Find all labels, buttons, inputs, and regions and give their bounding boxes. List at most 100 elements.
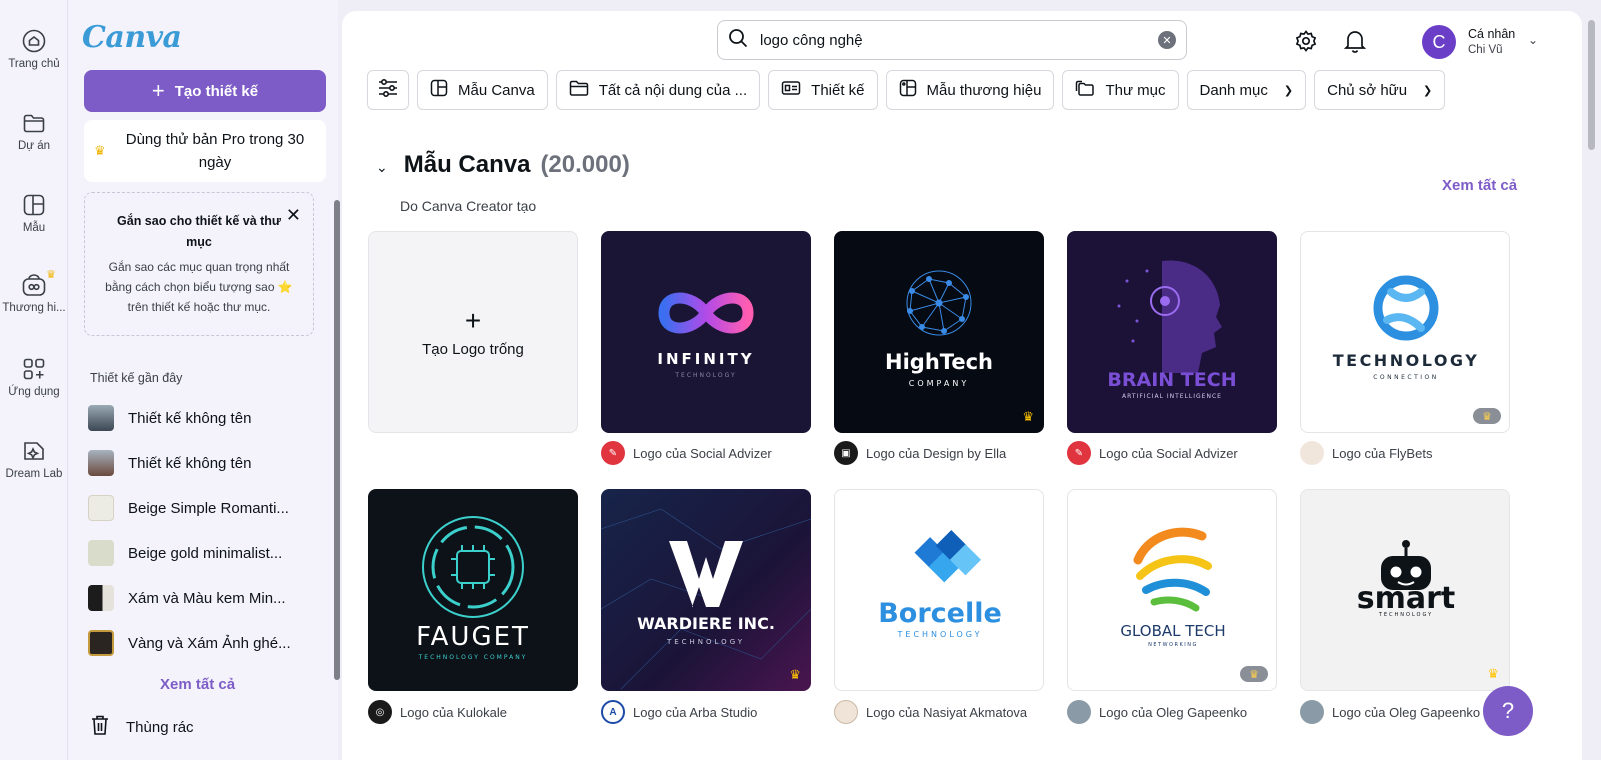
template-author[interactable]: Logo của FlyBets bbox=[1300, 441, 1432, 465]
template-card[interactable]: smart TECHNOLOGY ♛ bbox=[1300, 489, 1510, 691]
pro-crown-badge: ♛ bbox=[1240, 666, 1268, 682]
author-avatar: A bbox=[601, 700, 625, 724]
filter-canva-templates[interactable]: Mẫu Canva bbox=[417, 70, 548, 110]
design-thumbnail bbox=[88, 405, 114, 431]
card-title: INFINITY bbox=[657, 350, 754, 368]
filter-category-dropdown[interactable]: Danh mục ❯ bbox=[1186, 70, 1307, 110]
clear-search-icon[interactable]: ✕ bbox=[1158, 31, 1176, 49]
wardiere-logo-art: WARDIERE INC. TECHNOLOGY bbox=[601, 508, 811, 690]
sidebar-scrollbar[interactable] bbox=[334, 200, 340, 680]
template-card[interactable]: INFINITY TECHNOLOGY bbox=[601, 231, 811, 433]
filter-owner-dropdown[interactable]: Chủ sở hữu ❯ bbox=[1314, 70, 1446, 110]
trash-link[interactable]: Thùng rác bbox=[90, 714, 194, 740]
tip-title: Gắn sao cho thiết kế và thư mục bbox=[117, 214, 281, 249]
search-bar[interactable]: ✕ bbox=[717, 20, 1187, 60]
canva-logo[interactable]: Canva bbox=[82, 20, 182, 55]
folders-icon bbox=[1075, 79, 1095, 101]
pro-trial-banner[interactable]: ♛ Dùng thử bản Pro trong 30 ngày bbox=[84, 120, 326, 182]
filter-brand-templates[interactable]: Mẫu thương hiệu bbox=[885, 70, 1055, 110]
apps-icon bbox=[21, 356, 47, 382]
card-title: HighTech bbox=[885, 350, 993, 374]
recent-design-name: Thiết kế không tên bbox=[128, 454, 252, 472]
avatar[interactable]: C bbox=[1422, 25, 1456, 59]
template-card[interactable]: Borcelle TECHNOLOGY bbox=[834, 489, 1044, 691]
infinity-logo-art: INFINITY TECHNOLOGY bbox=[657, 292, 754, 379]
rail-brand[interactable]: ♛ Thương hi... bbox=[0, 269, 68, 314]
help-button[interactable]: ? bbox=[1483, 686, 1533, 736]
card-tagline: TECHNOLOGY bbox=[674, 372, 736, 379]
notifications-bell-icon[interactable] bbox=[1342, 28, 1368, 54]
card-title: BRAIN TECH bbox=[1107, 369, 1236, 391]
search-icon bbox=[728, 28, 748, 53]
rail-brand-label: Thương hi... bbox=[2, 302, 66, 314]
template-author[interactable]: ✎ Logo của Social Advizer bbox=[1067, 441, 1238, 465]
design-thumbnail bbox=[88, 630, 114, 656]
template-author[interactable]: Logo của Nasiyat Akmatova bbox=[834, 700, 1027, 724]
recent-design-name: Vàng và Xám Ảnh ghé... bbox=[128, 634, 291, 652]
card-tagline: COMPANY bbox=[909, 379, 969, 388]
filter-all-content[interactable]: Tất cả nội dung của ... bbox=[555, 70, 761, 110]
recent-design-item[interactable]: Thiết kế không tên bbox=[88, 398, 318, 438]
filter-label: Tất cả nội dung của ... bbox=[598, 81, 748, 99]
see-all-templates-link[interactable]: Xem tất cả bbox=[1442, 177, 1517, 194]
author-avatar bbox=[1300, 441, 1324, 465]
template-card[interactable]: TECHNOLOGY CONNECTION ♛ bbox=[1300, 231, 1510, 433]
main-scrollbar[interactable] bbox=[1588, 20, 1595, 150]
filter-label: Danh mục bbox=[1199, 81, 1268, 99]
template-author[interactable]: A Logo của Arba Studio bbox=[601, 700, 757, 724]
rail-apps[interactable]: Ứng dụng bbox=[0, 356, 68, 398]
create-design-button[interactable]: + Tạo thiết kế bbox=[84, 70, 326, 112]
card-tagline: CONNECTION bbox=[1373, 374, 1439, 381]
template-card[interactable]: WARDIERE INC. TECHNOLOGY ♛ bbox=[601, 489, 811, 691]
filter-designs[interactable]: Thiết kế bbox=[768, 70, 878, 110]
template-author[interactable]: ▣ Logo của Design by Ella bbox=[834, 441, 1006, 465]
recent-design-item[interactable]: Thiết kế không tên bbox=[88, 443, 318, 483]
close-icon[interactable]: ✕ bbox=[286, 205, 301, 226]
recent-design-name: Thiết kế không tên bbox=[128, 409, 252, 427]
hightech-logo-art: HighTech COMPANY bbox=[885, 270, 993, 388]
author-avatar: ▣ bbox=[834, 441, 858, 465]
template-author[interactable]: ✎ Logo của Social Advizer bbox=[601, 441, 772, 465]
rail-dreamlab-label: Dream Lab bbox=[5, 468, 63, 480]
create-blank-logo-card[interactable]: + Tạo Logo trống bbox=[368, 231, 578, 433]
author-avatar bbox=[1300, 700, 1324, 724]
template-author[interactable]: Logo của Oleg Gapeenko bbox=[1300, 700, 1480, 724]
chevron-down-icon[interactable]: ⌄ bbox=[1528, 33, 1538, 47]
rail-projects-label: Dự án bbox=[18, 140, 50, 152]
design-thumbnail bbox=[88, 450, 114, 476]
recent-design-item[interactable]: Beige Simple Romanti... bbox=[88, 488, 318, 528]
rail-templates[interactable]: Mẫu bbox=[0, 192, 68, 234]
main-content: ✕ C Cá nhân Chi Vũ ⌄ Mẫu Canva Tất cả nộ… bbox=[342, 11, 1582, 760]
collapse-chevron-icon[interactable]: ⌄ bbox=[376, 159, 388, 176]
settings-icon[interactable] bbox=[1293, 28, 1319, 54]
templates-icon bbox=[21, 192, 47, 218]
author-name: Logo của Design by Ella bbox=[866, 445, 1007, 461]
card-title: smart bbox=[1357, 581, 1456, 616]
author-name: Logo của Social Advizer bbox=[633, 445, 772, 461]
account-user: Chi Vũ bbox=[1468, 44, 1503, 56]
author-name: Logo của Oleg Gapeenko bbox=[1099, 704, 1248, 720]
rail-projects[interactable]: Dự án bbox=[0, 110, 68, 152]
rail-dreamlab[interactable]: Dream Lab bbox=[0, 438, 68, 480]
rail-home[interactable]: Trang chủ bbox=[0, 28, 68, 70]
template-author[interactable]: ◎ Logo của Kulokale bbox=[368, 700, 507, 724]
see-all-recent-link[interactable]: Xem tất cả bbox=[160, 676, 235, 693]
recent-design-item[interactable]: Vàng và Xám Ảnh ghé... bbox=[88, 623, 318, 663]
search-input[interactable] bbox=[760, 31, 1146, 49]
card-tagline: TECHNOLOGY bbox=[897, 630, 983, 639]
account-switcher[interactable]: Cá nhân Chi Vũ bbox=[1468, 26, 1515, 58]
recent-design-name: Beige Simple Romanti... bbox=[128, 499, 289, 517]
recent-design-item[interactable]: Beige gold minimalist... bbox=[88, 533, 318, 573]
filter-settings-button[interactable] bbox=[367, 70, 409, 110]
folder-icon bbox=[569, 79, 589, 101]
template-card[interactable]: BRAIN TECH ARTIFICIAL INTELLIGENCE bbox=[1067, 231, 1277, 433]
template-card[interactable]: FAUGET TECHNOLOGY COMPANY bbox=[368, 489, 578, 691]
filter-folders[interactable]: Thư mục bbox=[1062, 70, 1179, 110]
card-tagline: TECHNOLOGY bbox=[1378, 612, 1433, 618]
template-author[interactable]: Logo của Oleg Gapeenko bbox=[1067, 700, 1247, 724]
template-card[interactable]: GLOBAL TECH NETWORKING ♛ bbox=[1067, 489, 1277, 691]
template-card[interactable]: HighTech COMPANY ♛ bbox=[834, 231, 1044, 433]
design-thumbnail bbox=[88, 540, 114, 566]
recent-design-name: Xám và Màu kem Min... bbox=[128, 589, 286, 607]
recent-design-item[interactable]: Xám và Màu kem Min... bbox=[88, 578, 318, 618]
